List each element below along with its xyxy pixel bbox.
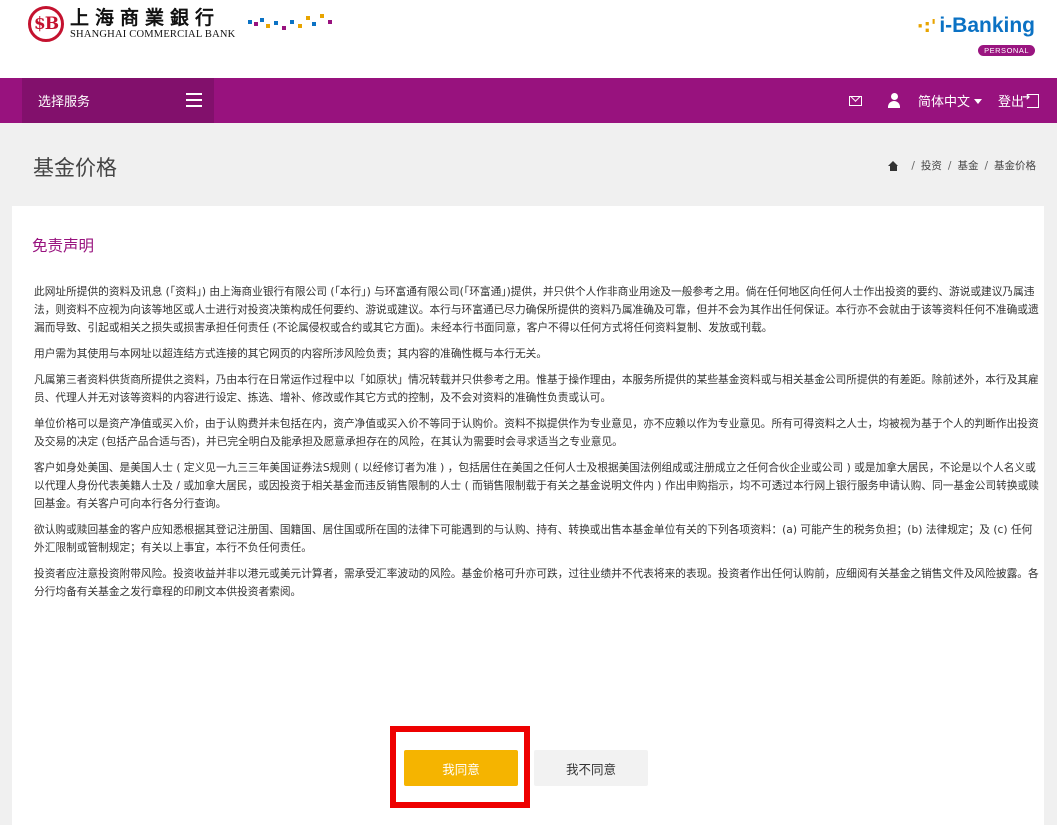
disagree-button[interactable]: 我不同意 — [534, 750, 648, 786]
bank-name: 上海商業銀行 SHANGHAI COMMERCIAL BANK — [70, 7, 235, 41]
logout-button[interactable]: 登出 — [998, 91, 1039, 110]
disclaimer-paragraph: 投资者应注意投资附带风险。投资收益并非以港元或美元计算者，需承受汇率波动的风险。… — [34, 567, 1039, 598]
main-navbar: 选择服务 简体中文 登出 — [0, 78, 1057, 123]
bank-seal-logo: $B — [28, 6, 64, 42]
ibanking-personal-badge: PERSONAL — [978, 45, 1035, 56]
mail-icon[interactable] — [848, 95, 862, 106]
ibanking-logo: ·:' i-Banking PERSONAL — [917, 14, 1035, 57]
caret-down-icon — [973, 98, 982, 104]
decorative-dots — [248, 12, 338, 36]
select-service-label: 选择服务 — [38, 95, 91, 110]
breadcrumb-item-fund-price: 基金价格 — [994, 160, 1036, 172]
disclaimer-paragraph: 客户如身处美国、是美国人士 ( 定义见一九三三年美国证券法S规则 ( 以经修订者… — [34, 461, 1039, 510]
breadcrumb: / 投资 / 基金 / 基金价格 — [888, 158, 1036, 173]
disclaimer-paragraph: 单位价格可以是资产净值或买入价，由于认购费并未包括在内，资产净值或买入价不等同于… — [34, 417, 1039, 448]
logout-icon — [1022, 92, 1039, 108]
user-icon[interactable] — [887, 93, 900, 108]
breadcrumb-item-invest[interactable]: 投资 — [921, 158, 942, 173]
agree-button[interactable]: 我同意 — [404, 750, 518, 786]
disclaimer-body: 此网址所提供的资料及讯息 (「资料」) 由上海商业银行有限公司 (「本行」) 与… — [34, 283, 1039, 609]
logout-label: 登出 — [997, 95, 1024, 110]
disclaimer-panel: 免责声明 此网址所提供的资料及讯息 (「资料」) 由上海商业银行有限公司 (「本… — [12, 206, 1044, 825]
select-service-menu[interactable]: 选择服务 — [22, 78, 214, 123]
ibanking-dots-icon: ·:' — [916, 15, 937, 37]
bank-name-en: SHANGHAI COMMERCIAL BANK — [70, 29, 236, 40]
menu-icon[interactable] — [186, 93, 202, 107]
bank-name-cn: 上海商業銀行 — [70, 7, 221, 29]
language-selector[interactable]: 简体中文 — [918, 91, 982, 110]
header-top: $B 上海商業銀行 SHANGHAI COMMERCIAL BANK ·:' i… — [0, 0, 1057, 78]
nav-right: 简体中文 登出 — [837, 78, 1039, 123]
disclaimer-paragraph: 此网址所提供的资料及讯息 (「资料」) 由上海商业银行有限公司 (「本行」) 与… — [34, 285, 1039, 334]
title-bar: 基金价格 / 投资 / 基金 / 基金价格 — [0, 123, 1057, 203]
bank-logo[interactable]: $B 上海商業銀行 SHANGHAI COMMERCIAL BANK — [28, 6, 235, 42]
home-icon[interactable] — [888, 160, 899, 171]
ibanking-label: i-Banking — [939, 14, 1035, 37]
language-label: 简体中文 — [917, 95, 970, 110]
breadcrumb-item-fund[interactable]: 基金 — [957, 158, 978, 173]
disclaimer-paragraph: 欲认购或赎回基金的客户应知悉根据其登记注册国、国籍国、居住国或所在国的法律下可能… — [34, 523, 1033, 554]
disclaimer-title: 免责声明 — [32, 237, 95, 255]
page-title: 基金价格 — [33, 156, 117, 180]
disclaimer-paragraph: 凡属第三者资料供货商所提供之资料，乃由本行在日常运作过程中以「如原状」情况转载并… — [34, 373, 1039, 404]
disclaimer-paragraph: 用户需为其使用与本网址以超连结方式连接的其它网页的内容所涉风险负责；其内容的准确… — [34, 347, 548, 360]
